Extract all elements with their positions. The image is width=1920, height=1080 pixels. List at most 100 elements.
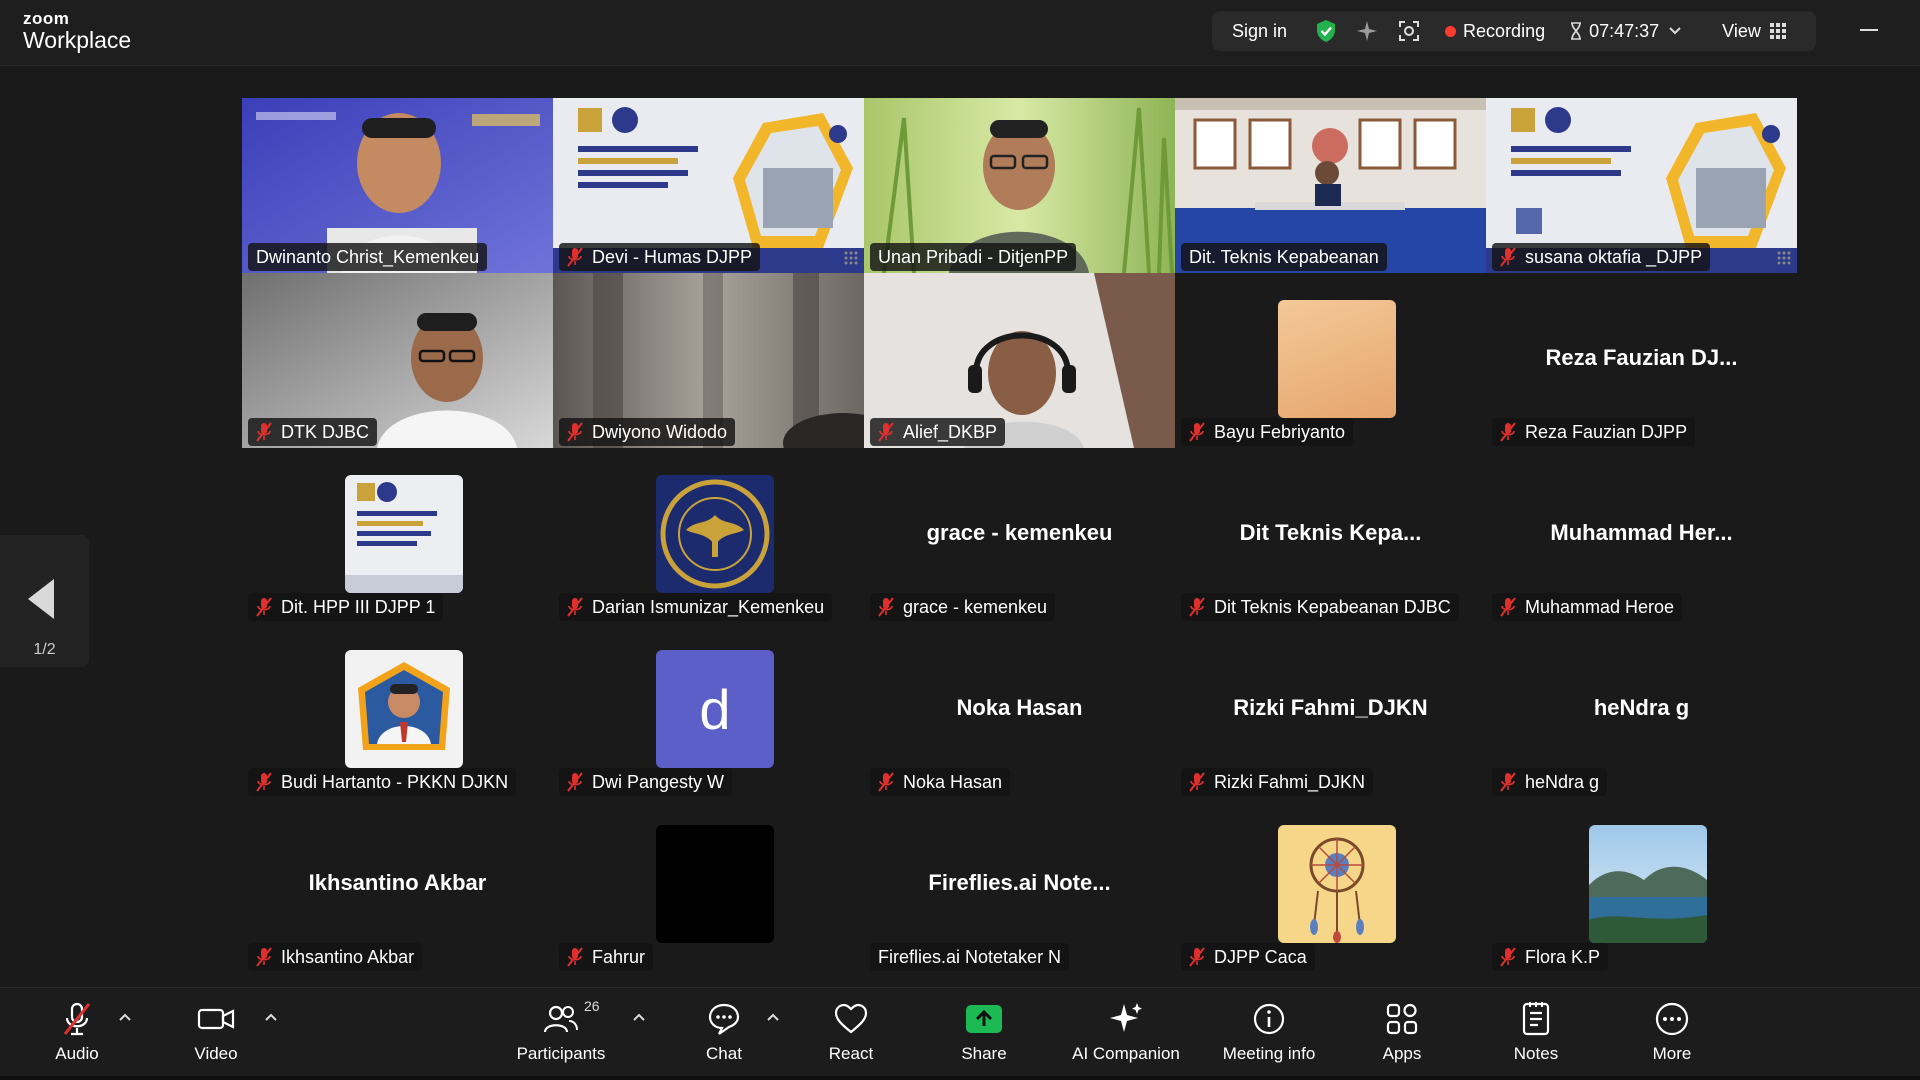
participant-name-tag: Dwinanto Christ_Kemenkeu <box>248 243 488 271</box>
participant-tile[interactable]: Ikhsantino Akbar Ikhsantino Akbar <box>242 798 553 973</box>
participant-tile[interactable]: Fahrur <box>553 798 864 973</box>
participant-tile[interactable]: Muhammad Her... Muhammad Heroe <box>1486 448 1797 623</box>
participant-name: Dwiyono Widodo <box>592 421 728 442</box>
participant-name-tag: Dit. HPP III DJPP 1 <box>248 593 444 621</box>
ai-companion-button[interactable]: AI Companion <box>1061 998 1191 1064</box>
mic-muted-icon <box>878 597 894 617</box>
participant-name-tag: Reza Fauzian DJPP <box>1492 418 1696 446</box>
info-icon <box>1253 1003 1285 1035</box>
participant-tile[interactable]: DJPP Caca <box>1175 798 1486 973</box>
focus-frame-icon[interactable] <box>1397 19 1421 43</box>
participant-tile[interactable]: Fireflies.ai Note... Fireflies.ai Noteta… <box>864 798 1175 973</box>
participant-tile[interactable]: Unan Pribadi - DitjenPP <box>864 98 1175 273</box>
participant-tile[interactable]: Alief_DKBP <box>864 273 1175 448</box>
participant-name: Fahrur <box>592 946 646 967</box>
sparkle-icon[interactable] <box>1355 19 1379 43</box>
participant-display-name: grace - kemenkeu <box>926 520 1113 545</box>
participant-tile[interactable]: Devi - Humas DJPP <box>553 98 864 273</box>
notes-icon <box>1522 1002 1550 1036</box>
participant-name-tag: DTK DJBC <box>248 418 378 446</box>
participant-name-tag: Alief_DKBP <box>870 418 1006 446</box>
participant-tile[interactable]: Rizki Fahmi_DJKN Rizki Fahmi_DJKN <box>1175 623 1486 798</box>
meeting-toolbar: Audio Video Participants 26 Chat React S… <box>0 987 1920 1080</box>
participant-name: Budi Hartanto - PKKN DJKN <box>281 771 509 792</box>
participant-display-name: heNdra g <box>1593 695 1690 720</box>
mic-muted-icon <box>1500 422 1516 442</box>
participant-name: grace - kemenkeu <box>903 596 1048 617</box>
participant-tile[interactable]: Dwinanto Christ_Kemenkeu <box>242 98 553 273</box>
timer-value: 07:47:37 <box>1589 20 1660 41</box>
participants-button[interactable]: Participants <box>496 998 626 1064</box>
participant-name: Bayu Febriyanto <box>1214 421 1346 442</box>
drag-handle-icon[interactable] <box>1777 251 1791 265</box>
participant-tile[interactable]: Reza Fauzian DJ... Reza Fauzian DJPP <box>1486 273 1797 448</box>
sign-in-button[interactable]: Sign in <box>1232 21 1287 42</box>
video-gallery: 1/2 Dwinanto Christ_Kemenkeu Devi - Huma… <box>0 67 1920 987</box>
apps-label: Apps <box>1382 1044 1422 1063</box>
chat-options-caret-icon[interactable] <box>766 1010 780 1024</box>
meeting-info-button[interactable]: Meeting info <box>1204 998 1334 1064</box>
notes-button[interactable]: Notes <box>1471 998 1601 1064</box>
participant-tile[interactable]: susana oktafia _DJPP <box>1486 98 1797 273</box>
mic-muted-icon <box>256 947 272 967</box>
participant-name: Dit Teknis Kepabeanan DJBC <box>1214 596 1451 617</box>
drag-handle-icon[interactable] <box>844 251 858 265</box>
participant-tile[interactable]: Bayu Febriyanto <box>1175 273 1486 448</box>
participant-tile[interactable]: Darian Ismunizar_Kemenkeu <box>553 448 864 623</box>
participant-name: heNdra g <box>1525 771 1600 792</box>
participant-tile[interactable]: Dwiyono Widodo <box>553 273 864 448</box>
mic-muted-icon <box>1189 947 1205 967</box>
participants-options-caret-icon[interactable] <box>632 1010 646 1024</box>
recording-indicator[interactable]: Recording <box>1445 21 1545 42</box>
participant-tile[interactable]: heNdra g heNdra g <box>1486 623 1797 798</box>
participant-tile[interactable]: Budi Hartanto - PKKN DJKN <box>242 623 553 798</box>
mic-muted-icon <box>1189 597 1205 617</box>
minimize-icon[interactable] <box>1860 29 1878 31</box>
meeting-timer[interactable]: 07:47:37 <box>1569 21 1682 42</box>
participant-tile[interactable]: d Dwi Pangesty W <box>553 623 864 798</box>
apps-button[interactable]: Apps <box>1337 998 1467 1064</box>
more-button[interactable]: More <box>1607 998 1737 1064</box>
participant-name: Ikhsantino Akbar <box>281 946 415 967</box>
audio-options-caret-icon[interactable] <box>118 1010 132 1024</box>
previous-page-button[interactable]: 1/2 <box>0 535 89 667</box>
participant-tile[interactable]: Noka Hasan Noka Hasan <box>864 623 1175 798</box>
participant-tile[interactable]: DTK DJBC <box>242 273 553 448</box>
participant-name: Fireflies.ai Notetaker N <box>878 946 1062 967</box>
security-shield-icon[interactable] <box>1315 19 1337 43</box>
audio-button[interactable]: Audio <box>12 998 142 1064</box>
participant-tile[interactable]: Dit. Teknis Kepabeanan <box>1175 98 1486 273</box>
chat-button[interactable]: Chat <box>659 998 789 1064</box>
mic-muted-icon <box>1500 947 1516 967</box>
more-label: More <box>1652 1044 1692 1063</box>
participant-name-tag: Dwi Pangesty W <box>559 768 733 796</box>
avatar-letter: d <box>699 677 731 741</box>
participant-avatar <box>1278 825 1396 943</box>
participant-name: Dit. HPP III DJPP 1 <box>281 596 436 617</box>
react-button[interactable]: React <box>786 998 916 1064</box>
video-options-caret-icon[interactable] <box>264 1010 278 1024</box>
meeting-status-bar: Sign in Recording 07:47:37 View <box>1212 11 1816 51</box>
participant-name: Dwinanto Christ_Kemenkeu <box>256 246 480 267</box>
participant-tile[interactable]: Dit Teknis Kepa... Dit Teknis Kepabeanan… <box>1175 448 1486 623</box>
chat-bubble-icon <box>708 1003 740 1035</box>
mic-muted-icon <box>63 1002 91 1036</box>
mic-muted-icon <box>567 772 583 792</box>
share-button[interactable]: Share <box>919 998 1049 1064</box>
brand-bottom: Workplace <box>23 27 132 53</box>
mic-muted-icon <box>878 422 894 442</box>
participant-name: Rizki Fahmi_DJKN <box>1214 771 1366 792</box>
mic-muted-icon <box>256 422 272 442</box>
participant-avatar <box>1589 825 1707 943</box>
recording-dot-icon <box>1445 25 1457 37</box>
participant-name-tag: Fireflies.ai Notetaker N <box>870 943 1070 971</box>
participant-avatar <box>656 825 774 943</box>
participant-name-tag: Devi - Humas DJPP <box>559 243 761 271</box>
participant-name-tag: Dit. Teknis Kepabeanan <box>1181 243 1387 271</box>
participant-name: DTK DJBC <box>281 421 370 442</box>
video-button[interactable]: Video <box>151 998 281 1064</box>
participant-tile[interactable]: Dit. HPP III DJPP 1 <box>242 448 553 623</box>
participant-tile[interactable]: Flora K.P <box>1486 798 1797 973</box>
view-button[interactable]: View <box>1722 21 1786 42</box>
participant-tile[interactable]: grace - kemenkeu grace - kemenkeu <box>864 448 1175 623</box>
